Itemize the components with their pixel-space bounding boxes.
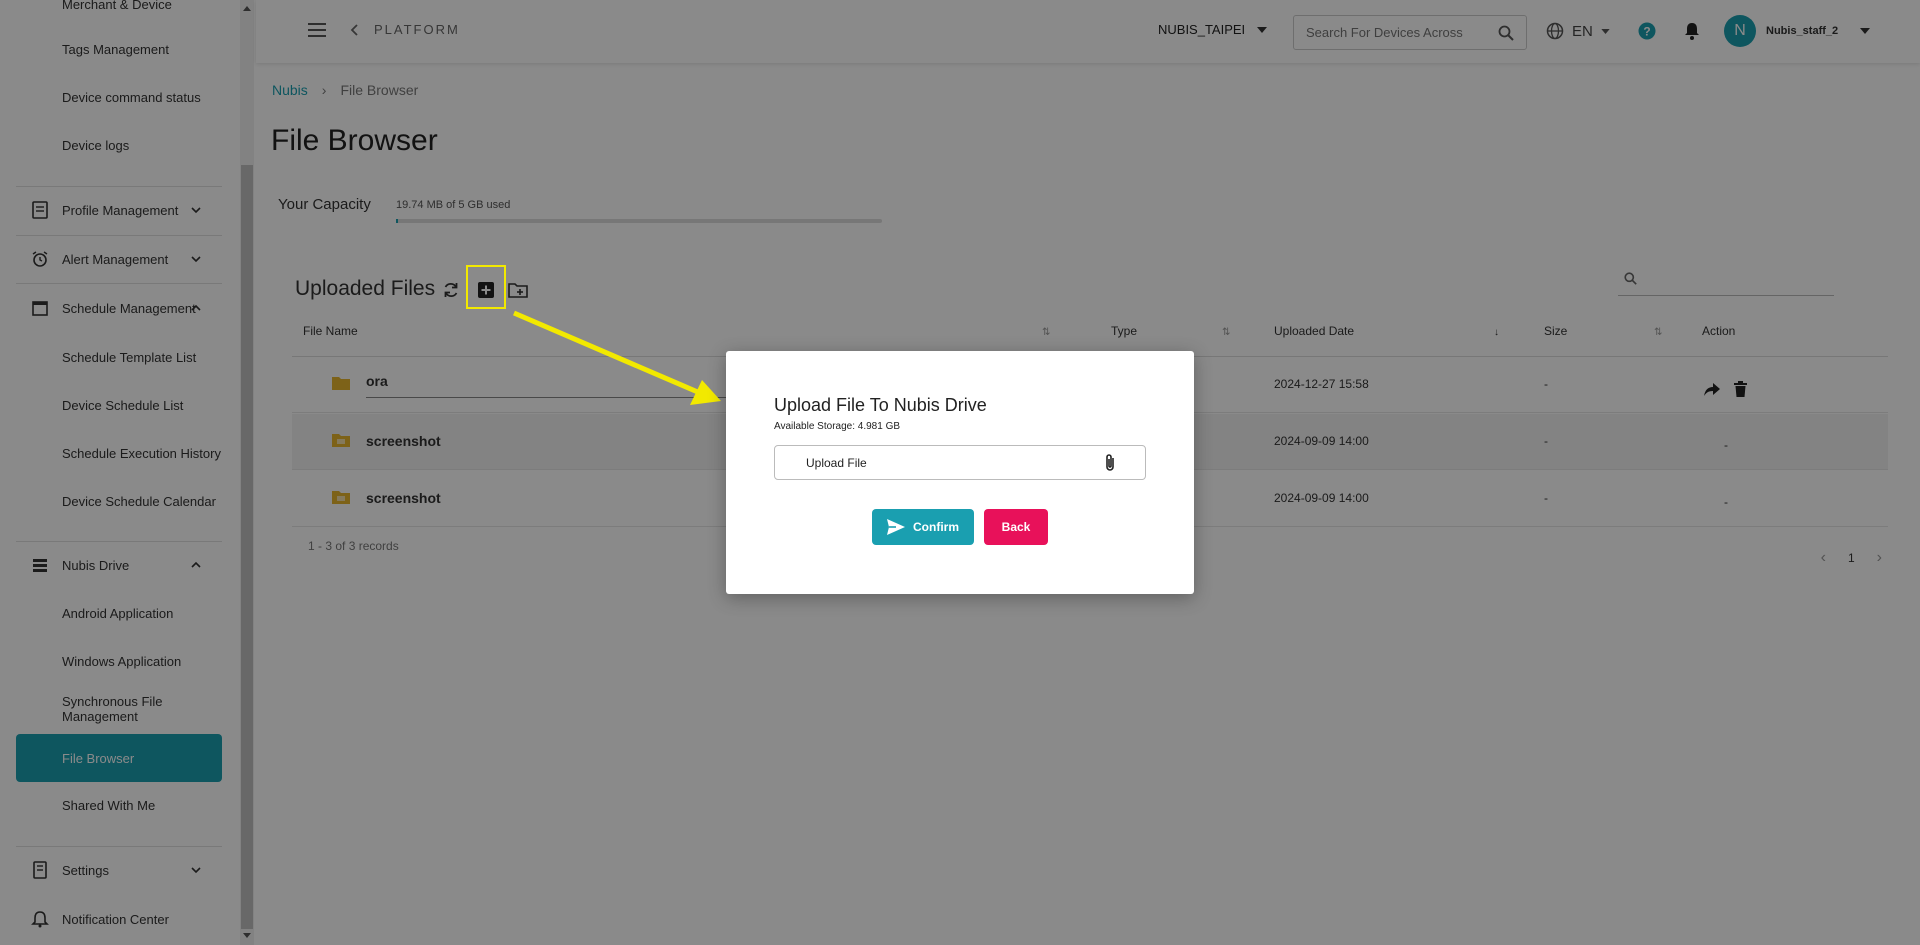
send-icon xyxy=(887,519,905,535)
confirm-button[interactable]: Confirm xyxy=(872,509,974,545)
dialog-title: Upload File To Nubis Drive xyxy=(774,395,987,415)
available-storage: Available Storage: 4.981 GB xyxy=(774,421,901,432)
back-button[interactable]: Back xyxy=(984,509,1048,545)
upload-file-dialog: Upload File To Nubis Drive Available Sto… xyxy=(726,351,1194,594)
annotation-highlight-box xyxy=(466,265,506,309)
upload-file-field[interactable]: Upload File xyxy=(774,445,1146,480)
upload-file-label: Upload File xyxy=(806,456,867,470)
paperclip-icon[interactable] xyxy=(1103,453,1117,473)
